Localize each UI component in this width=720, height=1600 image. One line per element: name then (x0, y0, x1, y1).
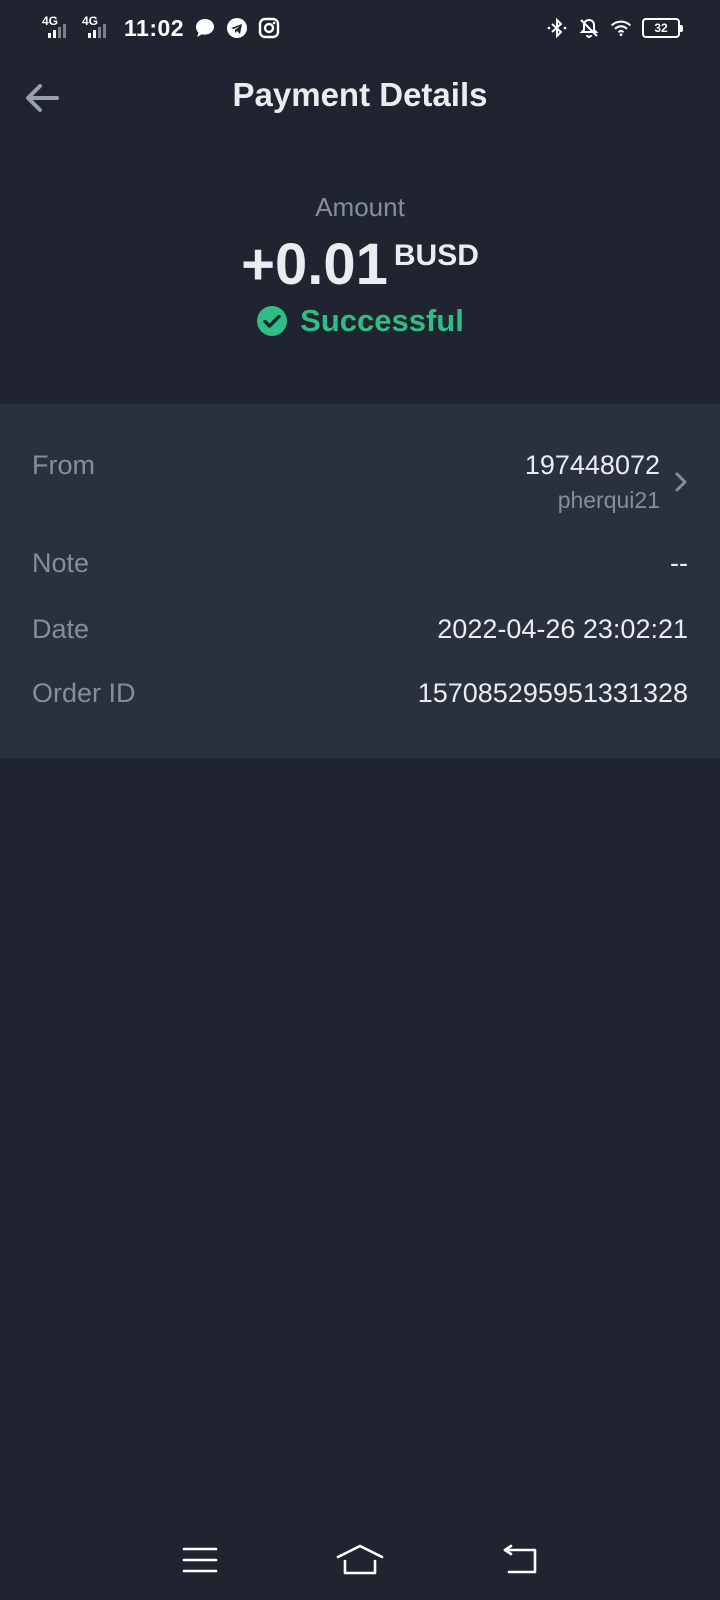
from-link[interactable]: 197448072 pherqui21 (525, 450, 688, 514)
status-row: Successful (0, 303, 720, 339)
date-row: Date 2022-04-26 23:02:21 (32, 614, 688, 645)
from-id: 197448072 (524, 450, 660, 480)
chevron-right-icon (675, 472, 687, 492)
home-button[interactable] (330, 1535, 390, 1585)
signal-4g-1-icon: 4G (40, 14, 70, 42)
amount-value: +0.01 (241, 232, 388, 297)
from-label: From (32, 450, 95, 480)
battery-icon: 32 (642, 18, 683, 38)
status-text: Successful (300, 303, 464, 338)
menu-icon (182, 1547, 218, 1573)
screen: 4G 4G 11:02 32 Payment Details Amount +0… (0, 0, 720, 1600)
clock: 11:02 (124, 14, 185, 41)
status-bar: 4G 4G 11:02 32 (0, 0, 720, 56)
from-values: 197448072 pherqui21 (525, 450, 660, 514)
signal-4g-2-icon: 4G (80, 14, 110, 42)
check-circle-icon (257, 306, 288, 336)
amount-row: +0.01 BUSD (0, 233, 720, 297)
telegram-icon (226, 17, 248, 39)
order-id-label: Order ID (32, 678, 136, 708)
back-nav-button[interactable] (490, 1535, 550, 1585)
battery-level: 32 (654, 21, 668, 35)
status-left: 4G 4G 11:02 (40, 14, 280, 42)
from-row: From 197448072 pherqui21 (32, 450, 688, 514)
page-title: Payment Details (232, 76, 488, 113)
system-nav-bar (0, 1520, 720, 1600)
wifi-icon (610, 17, 632, 39)
back-nav-icon (503, 1544, 537, 1574)
amount-label: Amount (315, 192, 405, 222)
order-row: Order ID 157085295951331328 (32, 678, 688, 709)
amount-section: Amount +0.01 BUSD Successful (0, 180, 720, 380)
bell-off-icon (578, 17, 600, 39)
date-value: 2022-04-26 23:02:21 (437, 614, 688, 644)
from-username: pherqui21 (557, 487, 660, 513)
chat-bubble-icon (194, 17, 216, 39)
details-card: From 197448072 pherqui21 Note -- Date 20… (0, 404, 720, 758)
home-icon (336, 1544, 384, 1575)
status-right: 32 (546, 17, 683, 39)
date-label: Date (32, 614, 90, 644)
menu-button[interactable] (170, 1535, 230, 1585)
note-row: Note -- (32, 548, 688, 579)
order-id-value[interactable]: 157085295951331328 (418, 678, 688, 709)
amount-unit: BUSD (393, 239, 479, 272)
note-value: -- (670, 548, 688, 578)
note-label: Note (32, 548, 90, 578)
bluetooth-icon (546, 17, 568, 39)
header: Payment Details (0, 60, 720, 140)
instagram-icon (258, 17, 280, 39)
